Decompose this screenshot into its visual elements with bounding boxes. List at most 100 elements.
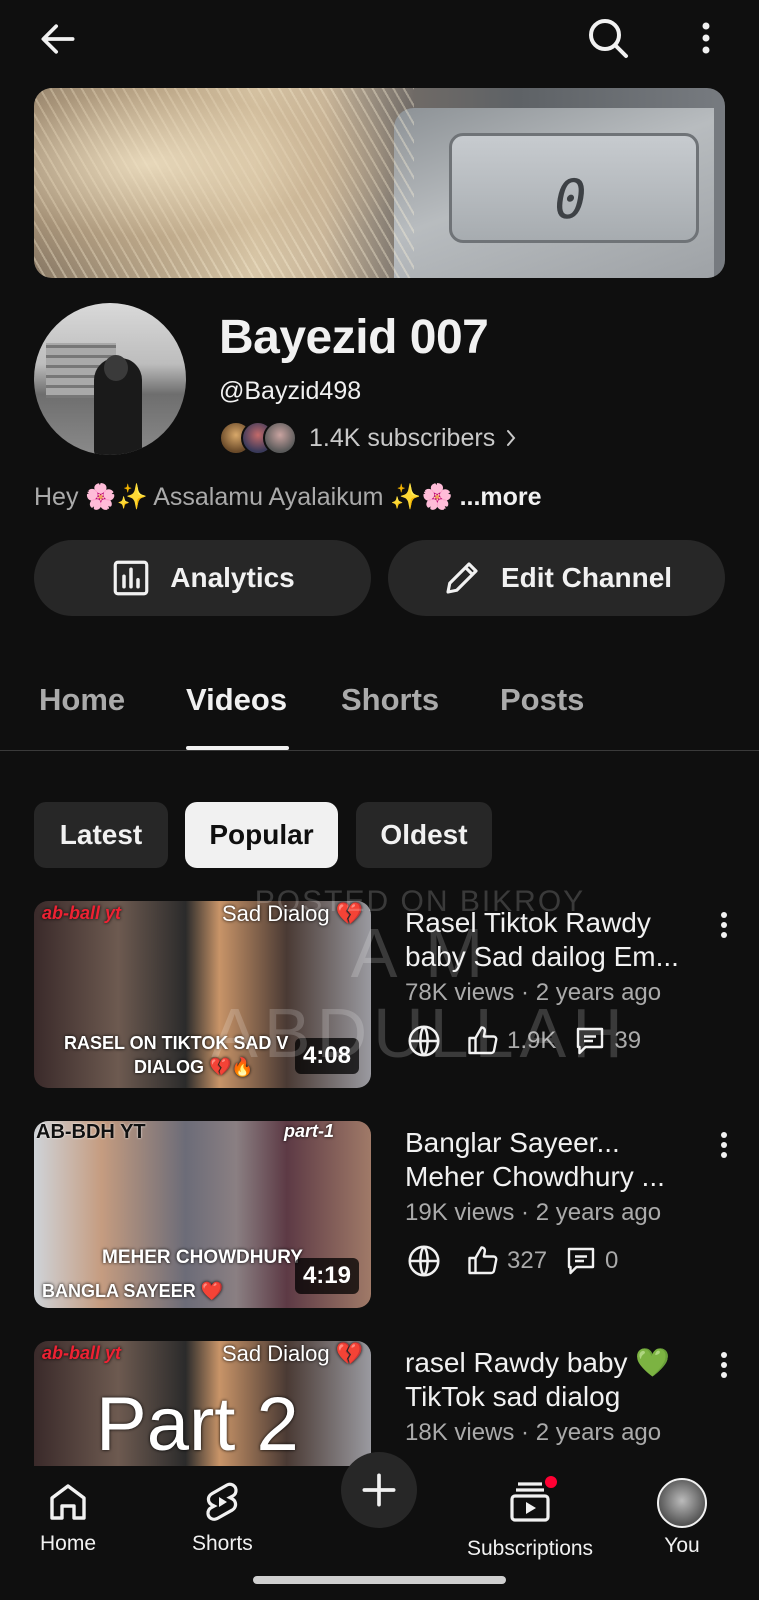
banner-grass [34, 88, 414, 278]
comment-stat: 0 [563, 1243, 618, 1279]
thumbs-up-icon [468, 1246, 498, 1275]
filter-latest[interactable]: Latest [34, 802, 168, 868]
channel-name: Bayezid 007 [219, 311, 489, 364]
video-title[interactable]: Banglar Sayeer... Meher Chowdhury ... [405, 1126, 685, 1194]
active-tab-indicator [186, 746, 289, 750]
channel-handle: @Bayzid498 [219, 377, 362, 405]
notification-dot [543, 1474, 560, 1490]
video-thumbnail[interactable]: ab-ball yt Sad Dialog 💔 RASEL ON TIKTOK … [34, 901, 371, 1088]
globe-icon [405, 1022, 449, 1060]
thumbs-up-icon [468, 1026, 498, 1055]
analytics-button[interactable]: Analytics [34, 540, 371, 616]
thumb-channel-tag: AB-BDH YT [36, 1121, 146, 1143]
thumb-badge: Sad Dialog 💔 [222, 901, 364, 926]
thumb-caption-2: DIALOG 💔🔥 [134, 1057, 254, 1077]
description-more-link[interactable]: ...more [460, 483, 542, 511]
channel-description[interactable]: Hey 🌸✨ Assalamu Ayalaikum ✨🌸 ...more [34, 483, 542, 512]
nav-home-label: Home [40, 1532, 97, 1555]
home-icon [50, 1484, 86, 1520]
video-more-button[interactable] [708, 1125, 740, 1165]
video-more-button[interactable] [708, 1345, 740, 1385]
comment-stat: 39 [572, 1023, 641, 1059]
like-stat: 1.9K [465, 1023, 556, 1059]
channel-banner: 0 [34, 88, 725, 278]
thumb-channel-tag: ab-ball yt [42, 1343, 122, 1363]
video-item[interactable]: ab-ball yt Sad Dialog 💔 Part 2 rasel Raw… [0, 1341, 759, 1466]
avatar [657, 1478, 707, 1528]
channel-avatar[interactable] [34, 303, 186, 455]
subscribers-link[interactable]: 1.4K subscribers [219, 419, 517, 457]
thumb-badge: Sad Dialog 💔 [222, 1341, 364, 1366]
create-button[interactable] [341, 1452, 417, 1528]
thumb-caption-2: BANGLA SAYEER ❤️ [42, 1281, 224, 1301]
thumb-big-text: Part 2 [96, 1382, 299, 1466]
tab-home[interactable]: Home [39, 682, 125, 718]
edit-channel-button[interactable]: Edit Channel [388, 540, 725, 616]
filter-popular[interactable]: Popular [185, 802, 338, 868]
nav-you-label: You [664, 1534, 700, 1557]
edit-channel-label: Edit Channel [500, 562, 673, 593]
like-count: 327 [507, 1247, 548, 1274]
subscriptions-icon-wrap [505, 1474, 560, 1531]
video-duration: 4:19 [294, 1258, 359, 1294]
analytics-label: Analytics [170, 562, 295, 593]
video-meta: 19K views · 2 years ago [405, 1199, 662, 1226]
video-item[interactable]: AB-BDH YT part-1 MEHER CHOWDHURY BANGLA … [0, 1121, 759, 1321]
home-indicator[interactable] [253, 1576, 506, 1584]
description-text: Hey 🌸✨ Assalamu Ayalaikum ✨🌸 [34, 483, 453, 511]
more-vert-icon [721, 1352, 727, 1378]
tab-videos[interactable]: Videos [186, 682, 287, 718]
filter-oldest[interactable]: Oldest [356, 802, 492, 868]
nav-shorts[interactable]: Shorts [192, 1478, 253, 1556]
more-vert-icon [721, 912, 727, 938]
like-count: 1.9K [507, 1027, 557, 1054]
video-more-button[interactable] [708, 905, 740, 945]
channel-tabs: Home Videos Shorts Posts [0, 650, 759, 751]
more-vert-icon [702, 22, 710, 54]
analytics-icon [113, 560, 149, 596]
thumb-badge: part-1 [284, 1121, 335, 1141]
tab-posts[interactable]: Posts [500, 682, 584, 718]
globe-icon [405, 1242, 449, 1280]
nav-you[interactable]: You [657, 1478, 707, 1558]
back-button[interactable] [30, 14, 86, 64]
more-vert-icon [721, 1132, 727, 1158]
more-options-button[interactable] [688, 12, 724, 64]
nav-home[interactable]: Home [40, 1478, 96, 1556]
video-meta: 78K views · 2 years ago [405, 979, 662, 1006]
nav-subscriptions[interactable]: Subscriptions [467, 1474, 594, 1561]
comment-count: 0 [605, 1247, 619, 1274]
video-thumbnail[interactable]: ab-ball yt Sad Dialog 💔 Part 2 [34, 1341, 371, 1466]
video-stats: 327 0 [405, 1241, 634, 1281]
video-thumbnail[interactable]: AB-BDH YT part-1 MEHER CHOWDHURY BANGLA … [34, 1121, 371, 1308]
comment-icon [577, 1027, 604, 1055]
comment-count: 39 [614, 1027, 642, 1054]
video-item[interactable]: ab-ball yt Sad Dialog 💔 RASEL ON TIKTOK … [0, 901, 759, 1101]
video-meta: 18K views · 2 years ago [405, 1419, 662, 1446]
video-title-line: baby Sad dailog Em... [405, 941, 679, 972]
thumb-channel-tag: ab-ball yt [42, 903, 122, 923]
video-title-line: rasel Rawdy baby 💚 [405, 1347, 671, 1378]
video-duration: 4:08 [294, 1038, 359, 1074]
video-title[interactable]: Rasel Tiktok Rawdy baby Sad dailog Em... [405, 906, 685, 974]
search-icon [589, 19, 628, 58]
nav-subscriptions-label: Subscriptions [467, 1537, 594, 1560]
plus-icon [362, 1473, 396, 1507]
nav-shorts-label: Shorts [192, 1532, 253, 1555]
video-title-line: TikTok sad dialog [405, 1381, 621, 1412]
search-button[interactable] [580, 12, 636, 64]
subscriber-count: 1.4K subscribers [309, 423, 496, 452]
tab-shorts[interactable]: Shorts [341, 682, 439, 718]
arrow-left-icon [41, 24, 75, 54]
video-title-line: Rasel Tiktok Rawdy [405, 907, 651, 938]
thumb-caption: MEHER CHOWDHURY [102, 1247, 303, 1268]
video-title-line: Meher Chowdhury ... [405, 1161, 665, 1192]
shorts-icon [206, 1482, 238, 1521]
subscriber-avatar [263, 421, 297, 455]
thumb-caption: RASEL ON TIKTOK SAD V [64, 1033, 289, 1053]
chevron-right-icon [505, 428, 517, 448]
video-title-line: Banglar Sayeer... [405, 1127, 620, 1158]
video-stats: 1.9K 39 [405, 1021, 657, 1061]
avatar-head [104, 355, 128, 381]
video-title[interactable]: rasel Rawdy baby 💚 TikTok sad dialog [405, 1346, 685, 1414]
